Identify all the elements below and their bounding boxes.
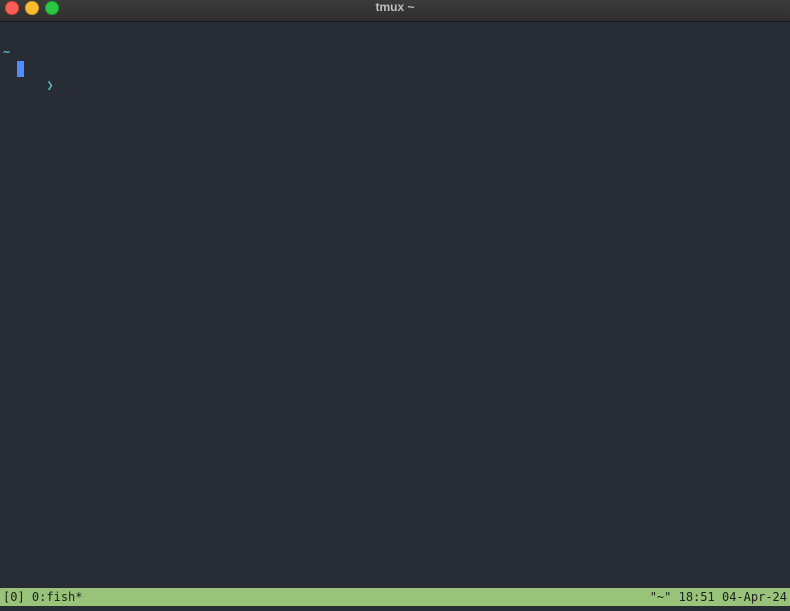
title-bar[interactable]: tmux ~ <box>0 0 790 22</box>
block-cursor <box>17 61 24 77</box>
cwd-line: ~ <box>3 45 11 59</box>
prompt-line: ❯ <box>3 61 53 92</box>
tmux-status-bar: [0] 0:fish* "~" 18:51 04-Apr-24 <box>0 588 790 606</box>
pane-title: "~" <box>649 590 672 604</box>
window-tab-fish[interactable]: 0:fish* <box>32 590 83 604</box>
bottom-padding <box>0 606 790 611</box>
session-index: [0] <box>3 590 25 604</box>
terminal-pane[interactable]: ~ ❯ <box>0 22 790 587</box>
prompt-symbol: ❯ <box>46 78 54 92</box>
status-left: [0] 0:fish* <box>3 588 83 606</box>
status-date: 04-Apr-24 <box>721 590 787 604</box>
status-right: "~" 18:51 04-Apr-24 <box>650 588 787 606</box>
status-time: 18:51 <box>678 590 715 604</box>
window-title: tmux ~ <box>375 0 415 14</box>
terminal-window: tmux ~ ~ ❯ [0] 0:fish* "~" 18:51 04-Apr-… <box>0 0 790 611</box>
